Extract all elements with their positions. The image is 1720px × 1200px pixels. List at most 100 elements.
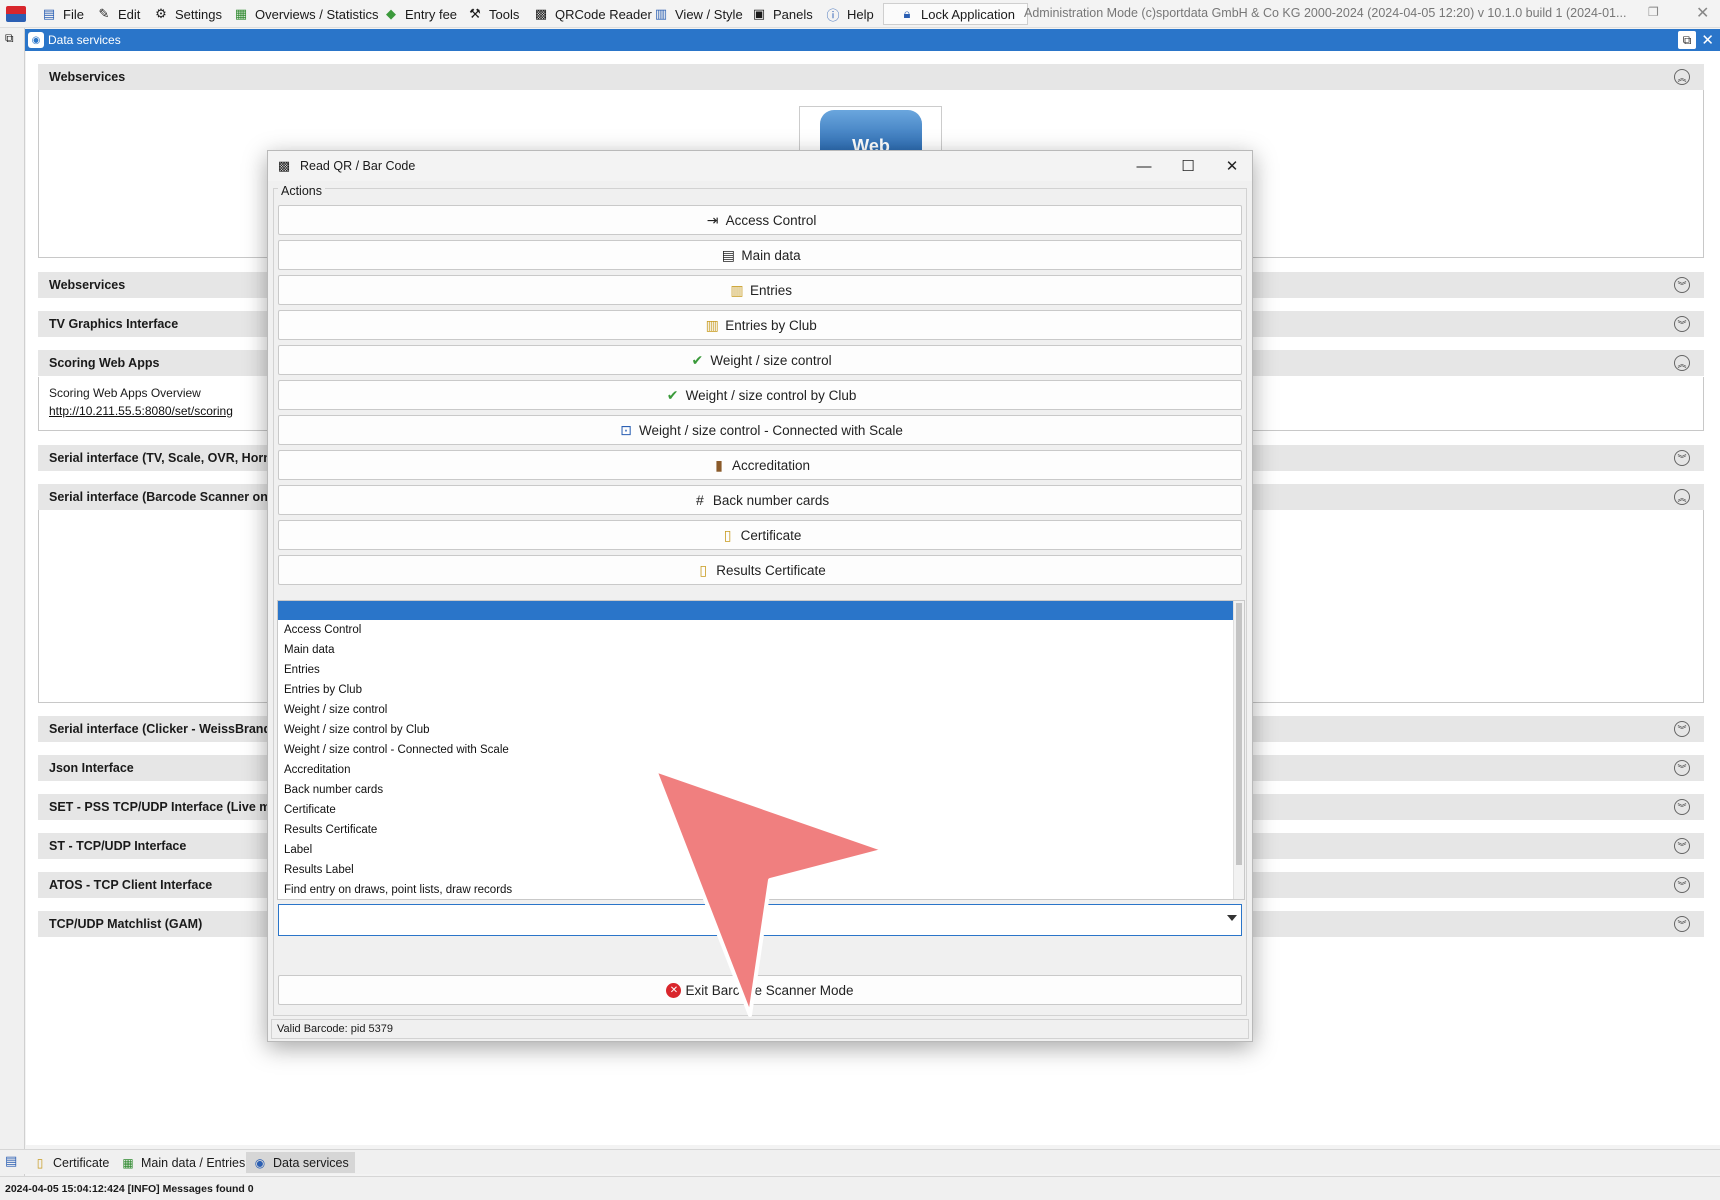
dropdown-option[interactable]: Main data: [284, 644, 335, 656]
money-icon: ◆: [386, 6, 396, 21]
dropdown-option[interactable]: Label: [284, 844, 312, 856]
expand-icon[interactable]: ︾: [1674, 838, 1690, 854]
scoring-overview-label: Scoring Web Apps Overview: [49, 386, 201, 400]
data-services-icon: ◉: [28, 32, 44, 48]
dialog-title: Read QR / Bar Code: [300, 159, 416, 173]
action-access-control-button[interactable]: ⇥ Access Control: [278, 205, 1242, 235]
menu-tools[interactable]: ⚒ Tools: [466, 4, 519, 24]
check-icon: ✔: [691, 351, 704, 368]
collapse-icon[interactable]: ︽: [1674, 489, 1690, 505]
action-accreditation-button[interactable]: ▮ Accreditation: [278, 450, 1242, 480]
overview-icon: ▦: [234, 6, 248, 21]
action-results-certificate-button[interactable]: ▯ Results Certificate: [278, 555, 1242, 585]
certificate-icon: ▯: [699, 561, 708, 578]
dropdown-option[interactable]: Weight / size control - Connected with S…: [284, 744, 509, 756]
expand-icon[interactable]: ︾: [1674, 799, 1690, 815]
module-titlebar: ◉ Data services ⧉ ✕: [25, 29, 1720, 51]
dialog-status: Valid Barcode: pid 5379: [271, 1019, 1249, 1039]
view-icon: ▥: [654, 6, 668, 21]
tab-certificate[interactable]: ▯ Certificate: [26, 1152, 115, 1173]
collapse-icon[interactable]: ︽: [1674, 69, 1690, 85]
dropdown-option[interactable]: Access Control: [284, 624, 361, 636]
tab-main-data-entries[interactable]: ▦ Main data / Entries: [114, 1152, 251, 1173]
module-title: Data services: [48, 33, 121, 47]
action-main-data-button[interactable]: ▤ Main data: [278, 240, 1242, 270]
window-close-icon[interactable]: ✕: [1696, 3, 1709, 23]
file-icon: ▤: [42, 6, 56, 21]
action-combobox[interactable]: [278, 904, 1242, 936]
module-dock-icon[interactable]: ⧉: [1678, 31, 1696, 49]
chevron-down-icon[interactable]: [1227, 915, 1237, 921]
menu-settings[interactable]: ⚙ Settings: [152, 4, 222, 24]
module-close-icon[interactable]: ✕: [1701, 31, 1714, 49]
action-entries-button[interactable]: ▥ Entries: [278, 275, 1242, 305]
window-restore-icon[interactable]: ❐: [1648, 5, 1664, 19]
section-webservices[interactable]: Webservices ︽: [38, 64, 1704, 90]
menu-panels[interactable]: ▣ Panels: [750, 4, 813, 24]
scoring-link[interactable]: http://10.211.55.5:8080/set/scoring: [49, 404, 233, 418]
action-weight-control-club-button[interactable]: ✔ Weight / size control by Club: [278, 380, 1242, 410]
tab-data-services[interactable]: ◉ Data services: [246, 1152, 355, 1173]
expand-icon[interactable]: ︾: [1674, 721, 1690, 737]
expand-icon[interactable]: ︾: [1674, 277, 1690, 293]
action-certificate-button[interactable]: ▯ Certificate: [278, 520, 1242, 550]
collapse-icon[interactable]: ︽: [1674, 355, 1690, 371]
dialog-titlebar: ▩ Read QR / Bar Code — ☐ ✕: [268, 151, 1252, 181]
dropdown-option[interactable]: Weight / size control by Club: [284, 724, 430, 736]
menu-edit[interactable]: ✎ Edit: [95, 4, 141, 24]
check-icon: ✔: [666, 386, 679, 403]
id-card-icon: ▤: [721, 246, 735, 263]
main-data-icon: ▦: [122, 1155, 134, 1170]
maximize-icon[interactable]: ☐: [1177, 156, 1199, 176]
dropdown-option[interactable]: Certificate: [284, 804, 336, 816]
window-list-icon[interactable]: ⧉: [5, 31, 14, 46]
expand-icon[interactable]: ︾: [1674, 760, 1690, 776]
menu-help[interactable]: ⓘ Help: [824, 4, 873, 24]
dropdown-option[interactable]: Accreditation: [284, 764, 350, 776]
dropdown-option[interactable]: Weight / size control: [284, 704, 387, 716]
action-back-number-cards-button[interactable]: # Back number cards: [278, 485, 1242, 515]
dropdown-option[interactable]: Results Certificate: [284, 824, 377, 836]
left-tool-strip: ⧉: [0, 28, 25, 1180]
app-logo-icon: [6, 6, 26, 22]
expand-icon[interactable]: ︾: [1674, 877, 1690, 893]
panels-icon: ▣: [752, 6, 766, 21]
dropdown-option[interactable]: Back number cards: [284, 784, 383, 796]
actions-group-label: Actions: [278, 184, 325, 198]
action-entries-by-club-button[interactable]: ▥ Entries by Club: [278, 310, 1242, 340]
accreditation-icon: ▮: [715, 456, 723, 473]
dropdown-option[interactable]: Entries: [284, 664, 320, 676]
scale-icon: ⊡: [620, 421, 632, 438]
action-dropdown-list[interactable]: Access Control Main data Entries Entries…: [277, 600, 1245, 900]
entries-icon: ▥: [730, 281, 744, 298]
menu-overviews-statistics[interactable]: ▦ Overviews / Statistics: [232, 4, 379, 24]
bottom-tab-bar: ▤ ▯ Certificate ▦ Main data / Entries ◉ Dat…: [0, 1149, 1720, 1174]
action-weight-control-scale-button[interactable]: ⊡ Weight / size control - Connected with …: [278, 415, 1242, 445]
dropdown-selected-row[interactable]: [278, 601, 1233, 620]
dropdown-option[interactable]: Entries by Club: [284, 684, 362, 696]
dialog-close-icon[interactable]: ✕: [1221, 156, 1243, 176]
minimize-icon[interactable]: —: [1133, 156, 1155, 176]
expand-icon[interactable]: ︾: [1674, 916, 1690, 932]
wrench-icon: ⚒: [469, 6, 481, 21]
expand-icon[interactable]: ︾: [1674, 450, 1690, 466]
dropdown-option[interactable]: Find entry on draws, point lists, draw r…: [284, 884, 512, 896]
window-menu-icon[interactable]: ▤: [5, 1153, 17, 1169]
action-weight-control-button[interactable]: ✔ Weight / size control: [278, 345, 1242, 375]
menu-qrcode-reader[interactable]: ▩ QRCode Reader: [532, 4, 652, 24]
expand-icon[interactable]: ︾: [1674, 316, 1690, 332]
menubar: ▤ File ✎ Edit ⚙ Settings ▦ Overviews / Stati…: [0, 0, 1720, 28]
dropdown-scrollbar[interactable]: [1233, 601, 1244, 899]
menu-view-style[interactable]: ▥ View / Style: [652, 4, 743, 24]
dropdown-option[interactable]: Results Label: [284, 864, 354, 876]
access-control-icon: ⇥: [706, 211, 719, 228]
data-services-icon: ◉: [254, 1155, 266, 1170]
exit-barcode-scanner-button[interactable]: ✕ Exit Barcode Scanner Mode: [278, 975, 1242, 1005]
certificate-icon: ▯: [723, 526, 732, 543]
read-qr-dialog: ▩ Read QR / Bar Code — ☐ ✕ Actions ⇥ Acce…: [267, 150, 1253, 1042]
lock-application-button[interactable]: 🔒︎ Lock Application: [883, 3, 1028, 25]
scrollbar-thumb[interactable]: [1236, 603, 1242, 865]
menu-entry-fee[interactable]: ◆ Entry fee: [382, 4, 457, 24]
menu-file[interactable]: ▤ File: [40, 4, 84, 24]
gear-icon: ⚙: [155, 6, 167, 21]
